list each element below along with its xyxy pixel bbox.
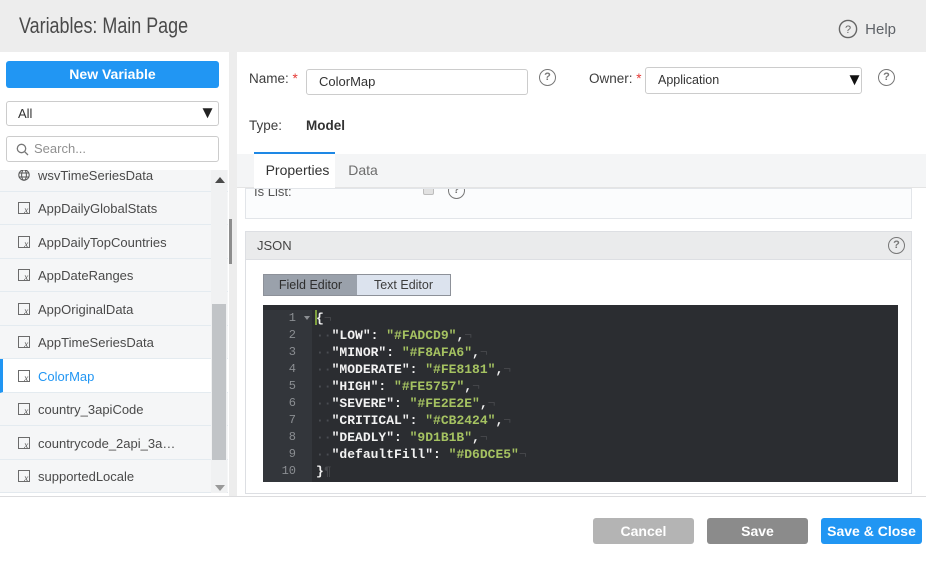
svg-text:x: x (23, 206, 29, 214)
svg-text:?: ? (845, 24, 851, 36)
svg-text:x: x (23, 273, 29, 281)
svg-text:x: x (23, 307, 29, 315)
svg-text:x: x (23, 407, 29, 415)
svg-text:x: x (23, 474, 29, 482)
svg-text:x: x (23, 374, 29, 382)
svg-text:x: x (23, 441, 29, 449)
svg-text:x: x (23, 340, 29, 348)
svg-text:x: x (23, 240, 29, 248)
